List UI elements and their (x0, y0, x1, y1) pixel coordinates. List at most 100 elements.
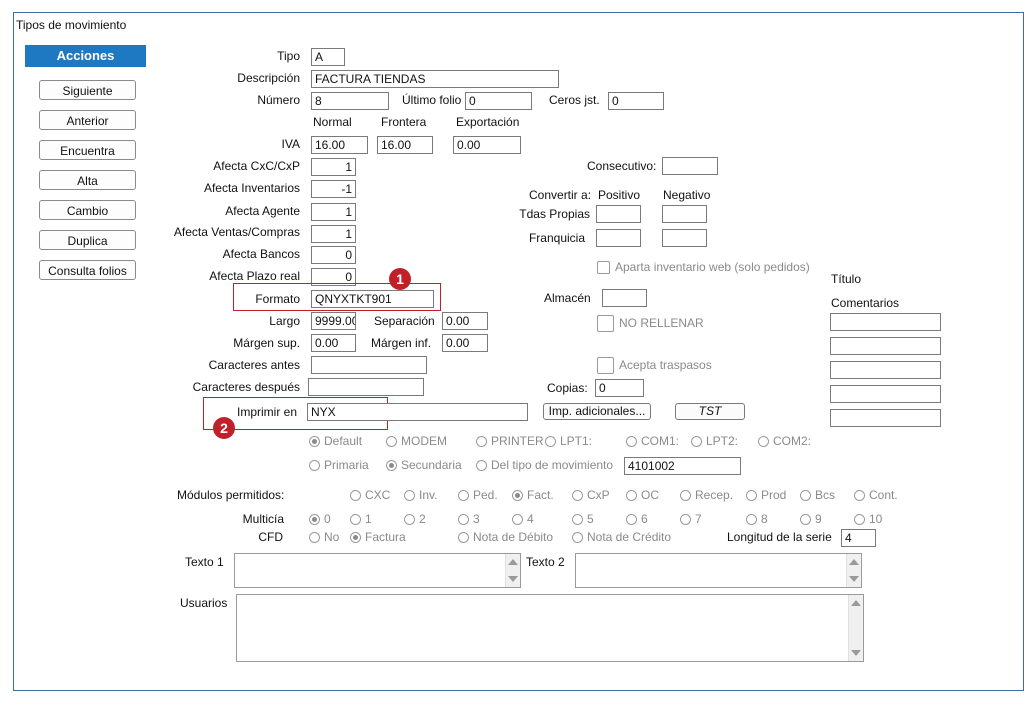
comentario-field-5[interactable] (830, 409, 941, 427)
siguiente-button[interactable]: Siguiente (39, 80, 136, 100)
afecta-bancos-field[interactable]: 0 (311, 246, 356, 264)
largo-field[interactable]: 9999.00 (311, 312, 356, 330)
afecta-agente-field[interactable]: 1 (311, 203, 356, 221)
almacen-field[interactable] (602, 289, 647, 307)
tst-button[interactable]: TST (675, 403, 745, 420)
encuentra-button[interactable]: Encuentra (39, 140, 136, 160)
modulo-bcs[interactable]: Bcs (800, 488, 835, 502)
acepta-traspasos-checkbox[interactable]: Acepta traspasos (597, 357, 712, 374)
longitud-serie-field[interactable]: 4 (841, 529, 876, 547)
texto2-textarea[interactable] (575, 553, 862, 588)
tipo-movimiento-field[interactable]: 4101002 (624, 457, 741, 475)
cfd-nota-debito[interactable]: Nota de Débito (458, 530, 553, 544)
tipo-field[interactable]: A (311, 48, 345, 66)
texto1-textarea[interactable] (234, 553, 521, 588)
modulo-recep[interactable]: Recep. (680, 488, 733, 502)
modulo-ped[interactable]: Ped. (458, 488, 498, 502)
radio-modem[interactable]: MODEM (386, 434, 447, 448)
texto1-scrollbar[interactable] (505, 554, 520, 587)
radio-com2[interactable]: COM2: (758, 434, 811, 448)
numero-field[interactable]: 8 (311, 92, 389, 110)
afecta-ventas-field[interactable]: 1 (311, 225, 356, 243)
radio-selected-icon (309, 514, 320, 525)
multicia-7[interactable]: 7 (680, 512, 702, 526)
modulo-fact[interactable]: Fact. (512, 488, 554, 502)
scroll-up-icon[interactable] (849, 559, 859, 565)
multicia-6[interactable]: 6 (626, 512, 648, 526)
franquicia-negativo-field[interactable] (662, 229, 707, 247)
multicia-2[interactable]: 2 (404, 512, 426, 526)
margen-inf-field[interactable]: 0.00 (442, 334, 488, 352)
cambio-button[interactable]: Cambio (39, 200, 136, 220)
comentario-field-4[interactable] (830, 385, 941, 403)
radio-printer[interactable]: PRINTER (476, 434, 544, 448)
cfd-nota-credito[interactable]: Nota de Crédito (572, 530, 671, 544)
cfd-factura[interactable]: Factura (350, 530, 406, 544)
radio-secundaria[interactable]: Secundaria (386, 458, 462, 472)
tdas-negativo-field[interactable] (662, 205, 707, 223)
ultimo-folio-field[interactable]: 0 (465, 92, 532, 110)
radio-label: Prod (761, 488, 787, 502)
usuarios-textarea[interactable] (236, 594, 864, 662)
radio-del-tipo[interactable]: Del tipo de movimiento (476, 458, 613, 472)
modulo-oc[interactable]: OC (626, 488, 659, 502)
scroll-down-icon[interactable] (851, 650, 861, 656)
multicia-0[interactable]: 0 (309, 512, 331, 526)
duplica-button[interactable]: Duplica (39, 230, 136, 250)
multicia-4[interactable]: 4 (512, 512, 534, 526)
radio-lpt1[interactable]: LPT1: (545, 434, 592, 448)
radio-selected-icon (350, 532, 361, 543)
scroll-down-icon[interactable] (849, 576, 859, 582)
consecutivo-field[interactable] (662, 157, 718, 175)
modulo-prod[interactable]: Prod (746, 488, 786, 502)
modulo-cxc[interactable]: CXC (350, 488, 390, 502)
comentario-field-1[interactable] (830, 313, 941, 331)
anterior-button[interactable]: Anterior (39, 110, 136, 130)
radio-com1[interactable]: COM1: (626, 434, 679, 448)
afecta-cxc-field[interactable]: 1 (311, 158, 356, 176)
imp-adicionales-button[interactable]: Imp. adicionales... (543, 403, 651, 420)
iva-normal-field[interactable]: 16.00 (311, 136, 368, 154)
multicia-10[interactable]: 10 (854, 512, 882, 526)
separacion-field[interactable]: 0.00 (442, 312, 488, 330)
alta-button[interactable]: Alta (39, 170, 136, 190)
comentario-field-2[interactable] (830, 337, 941, 355)
comentario-field-3[interactable] (830, 361, 941, 379)
scroll-down-icon[interactable] (508, 576, 518, 582)
caracteres-antes-field[interactable] (311, 356, 427, 374)
margen-sup-field[interactable]: 0.00 (311, 334, 356, 352)
almacen-label: Almacén (544, 291, 591, 305)
ceros-field[interactable]: 0 (608, 92, 664, 110)
formato-field[interactable]: QNYXTKT901 (311, 290, 434, 308)
cfd-no[interactable]: No (309, 530, 339, 544)
multicia-5[interactable]: 5 (572, 512, 594, 526)
tdas-positivo-field[interactable] (596, 205, 641, 223)
no-rellenar-checkbox[interactable]: NO RELLENAR (597, 315, 704, 332)
radio-lpt2[interactable]: LPT2: (691, 434, 738, 448)
imprimir-en-field[interactable]: NYX (307, 403, 528, 421)
multicia-3[interactable]: 3 (458, 512, 480, 526)
scroll-up-icon[interactable] (851, 600, 861, 606)
consulta-folios-button[interactable]: Consulta folios (39, 260, 136, 280)
texto2-scrollbar[interactable] (846, 554, 861, 587)
modulo-cxp[interactable]: CxP (572, 488, 610, 502)
radio-default[interactable]: Default (309, 434, 362, 448)
iva-frontera-field[interactable]: 16.00 (377, 136, 433, 154)
afecta-inventarios-field[interactable]: -1 (311, 180, 356, 198)
radio-icon (626, 514, 637, 525)
scroll-up-icon[interactable] (508, 559, 518, 565)
multicia-1[interactable]: 1 (350, 512, 372, 526)
descripcion-field[interactable]: FACTURA TIENDAS (311, 70, 559, 88)
franquicia-positivo-field[interactable] (596, 229, 641, 247)
caracteres-despues-field[interactable] (308, 378, 424, 396)
modulo-cont[interactable]: Cont. (854, 488, 898, 502)
multicia-8[interactable]: 8 (746, 512, 768, 526)
modulo-inv[interactable]: Inv. (404, 488, 437, 502)
copias-field[interactable]: 0 (595, 379, 644, 397)
usuarios-scrollbar[interactable] (848, 595, 863, 661)
multicia-9[interactable]: 9 (800, 512, 822, 526)
radio-primaria[interactable]: Primaria (309, 458, 369, 472)
iva-exportacion-field[interactable]: 0.00 (453, 136, 521, 154)
aparta-inventario-checkbox[interactable]: Aparta inventario web (solo pedidos) (597, 260, 810, 274)
radio-icon (572, 514, 583, 525)
